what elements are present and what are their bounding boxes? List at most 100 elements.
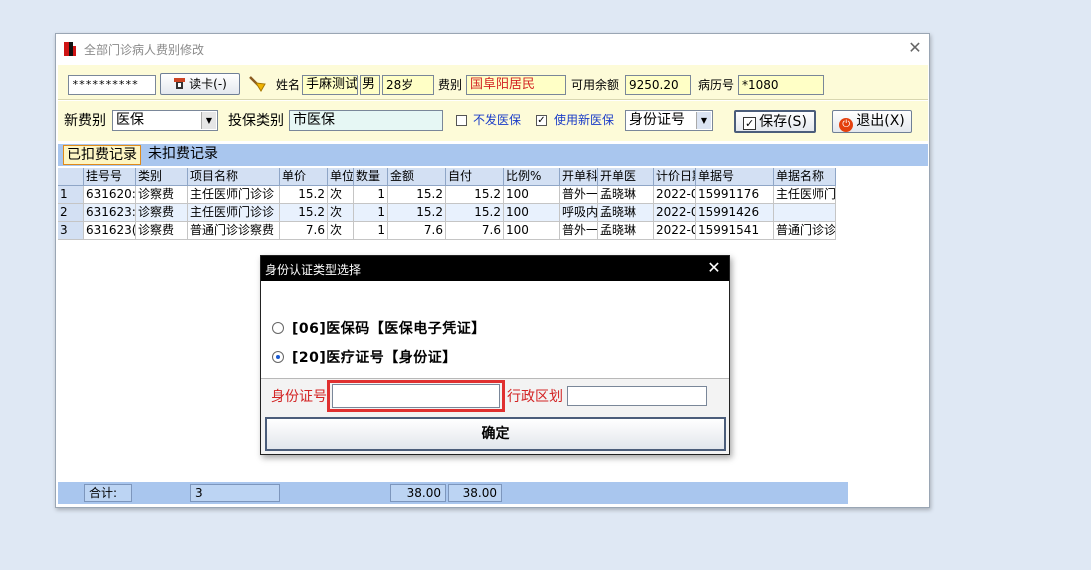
table-cell: 2022-03-09 [654,222,696,240]
table-cell: 1 [354,222,388,240]
option-id-card-radio[interactable] [272,351,284,363]
broom-icon[interactable] [247,74,269,94]
table-cell: 孟晓琳 [598,222,654,240]
table-header-cell[interactable]: 开单科室 [560,168,598,186]
table-cell: 100 [504,204,560,222]
table-cell: 2022-03-09 [654,204,696,222]
option-ehealth-radio[interactable] [272,322,284,334]
confirm-button[interactable]: 确定 [265,417,726,451]
chevron-down-icon: ▼ [201,112,216,129]
name-field: 手麻测试 [302,75,358,95]
age-field: 28岁 [382,75,434,95]
table-cell: 100 [504,186,560,204]
card-number-field[interactable]: ********** [68,75,156,95]
table-cell: 孟晓琳 [598,204,654,222]
read-card-button[interactable]: 读卡(-) [160,73,240,95]
no-insurance-checkbox[interactable] [456,115,467,126]
table-cell: 15.2 [280,186,328,204]
read-card-label: 读卡(-) [189,77,227,91]
table-header-cell[interactable]: 金额 [388,168,446,186]
balance-label: 可用余额 [571,78,620,92]
table-cell: 呼吸内科 [560,204,598,222]
table-header-cell[interactable]: 单据号 [696,168,774,186]
patient-info-panel: ********** 读卡(-) 姓名 手麻测试 男 28岁 费别 国阜阳居民 … [58,65,928,100]
fee-type-field: 国阜阳居民 [466,75,566,95]
table-cell: 2022-03-07 [654,186,696,204]
table-cell: 诊察费 [136,222,188,240]
table-cell: 631623( [84,222,136,240]
table-cell: 1 [354,186,388,204]
table-row[interactable]: 1631620:诊察费主任医师门诊诊15.2次115.215.2100普外一科孟… [58,186,836,204]
insure-type-field[interactable]: 市医保 [289,110,443,131]
region-input[interactable] [567,386,707,406]
id-number-label: 身份证号 [271,389,327,405]
card-reader-icon [173,76,186,89]
name-label: 姓名 [276,78,301,92]
close-icon[interactable]: ✕ [906,38,924,58]
table-cell: 1 [354,204,388,222]
table-cell: 15991426 [696,204,774,222]
new-fee-label: 新费别 [64,113,106,129]
close-icon[interactable]: ✕ [703,258,725,278]
table-header-cell[interactable]: 数量 [354,168,388,186]
table-cell: 15991176 [696,186,774,204]
title-bar: 全部门诊病人费别修改 ✕ [56,34,929,63]
power-icon: ⏻ [839,118,854,132]
tab-charged-records[interactable]: 已扣费记录 [63,145,141,165]
table-cell: 孟晓琳 [598,186,654,204]
table-cell: 631623: [84,204,136,222]
table-header-cell[interactable]: 计价日期 [654,168,696,186]
table-header-cell [58,168,84,186]
use-new-insurance-checkbox[interactable]: ✓ [536,115,547,126]
chevron-down-icon: ▼ [696,112,711,129]
id-type-select[interactable]: 身份证号 ▼ [625,110,713,131]
table-header-cell[interactable]: 开单医 [598,168,654,186]
table-header-cell[interactable]: 自付 [446,168,504,186]
option-id-card-label[interactable]: [20]医疗证号【身份证】 [292,347,457,367]
table-cell: 100 [504,222,560,240]
table-cell: 普通门诊诊 [774,222,836,240]
save-button[interactable]: ✓ 保存(S) [734,110,816,133]
table-header-cell[interactable]: 单位 [328,168,354,186]
table-cell: 7.6 [280,222,328,240]
exit-button[interactable]: ⏻ 退出(X) [832,110,912,133]
table-cell: 631620: [84,186,136,204]
table-cell: 次 [328,222,354,240]
table-cell: 15.2 [280,204,328,222]
id-number-input[interactable] [332,384,500,408]
table-header-cell[interactable]: 项目名称 [188,168,280,186]
row-number: 3 [58,222,84,240]
new-fee-select[interactable]: 医保 ▼ [112,110,218,131]
table-header-cell[interactable]: 单价 [280,168,328,186]
app-icon [64,42,76,56]
option-ehealth-label[interactable]: [06]医保码【医保电子凭证】 [292,318,486,338]
table-cell: 普通门诊诊察费 [188,222,280,240]
id-type-dialog: 身份认证类型选择 ✕ [06]医保码【医保电子凭证】 [20]医疗证号【身份证】… [260,255,730,455]
use-new-insurance-label: 使用新医保 [554,113,615,127]
table-cell: 次 [328,204,354,222]
table-cell: 主任医师门诊诊 [188,204,280,222]
dialog-title: 身份认证类型选择 [265,263,362,277]
fee-change-panel: 新费别 医保 ▼ 投保类别 市医保 不发医保 ✓ 使用新医保 身份证号 ▼ ✓ 保… [58,101,928,141]
balance-field: 9250.20 [625,75,691,95]
table-cell: 15.2 [446,186,504,204]
total-amount: 38.00 [390,484,446,502]
table-row[interactable]: 2631623:诊察费主任医师门诊诊15.2次115.215.2100呼吸内科孟… [58,204,836,222]
fee-type-label: 费别 [438,78,463,92]
table-header-cell[interactable]: 比例% [504,168,560,186]
table-cell: 诊察费 [136,186,188,204]
table-header-cell[interactable]: 单据名称 [774,168,836,186]
table-cell: 15.2 [388,204,446,222]
table-cell: 7.6 [446,222,504,240]
gender-field: 男 [360,75,380,95]
table-row[interactable]: 3631623(诊察费普通门诊诊察费7.6次17.67.6100普外一科孟晓琳2… [58,222,836,240]
id-type-value: 身份证号 [629,112,685,128]
table-header-cell[interactable]: 类别 [136,168,188,186]
confirm-label: 确定 [481,426,510,442]
record-no-field: *1080 [738,75,824,95]
tab-uncharged-records[interactable]: 未扣费记录 [145,145,221,165]
table-cell: 次 [328,186,354,204]
no-insurance-label: 不发医保 [473,113,522,127]
table-header-cell[interactable]: 挂号号 [84,168,136,186]
total-label: 合计: [84,484,132,502]
